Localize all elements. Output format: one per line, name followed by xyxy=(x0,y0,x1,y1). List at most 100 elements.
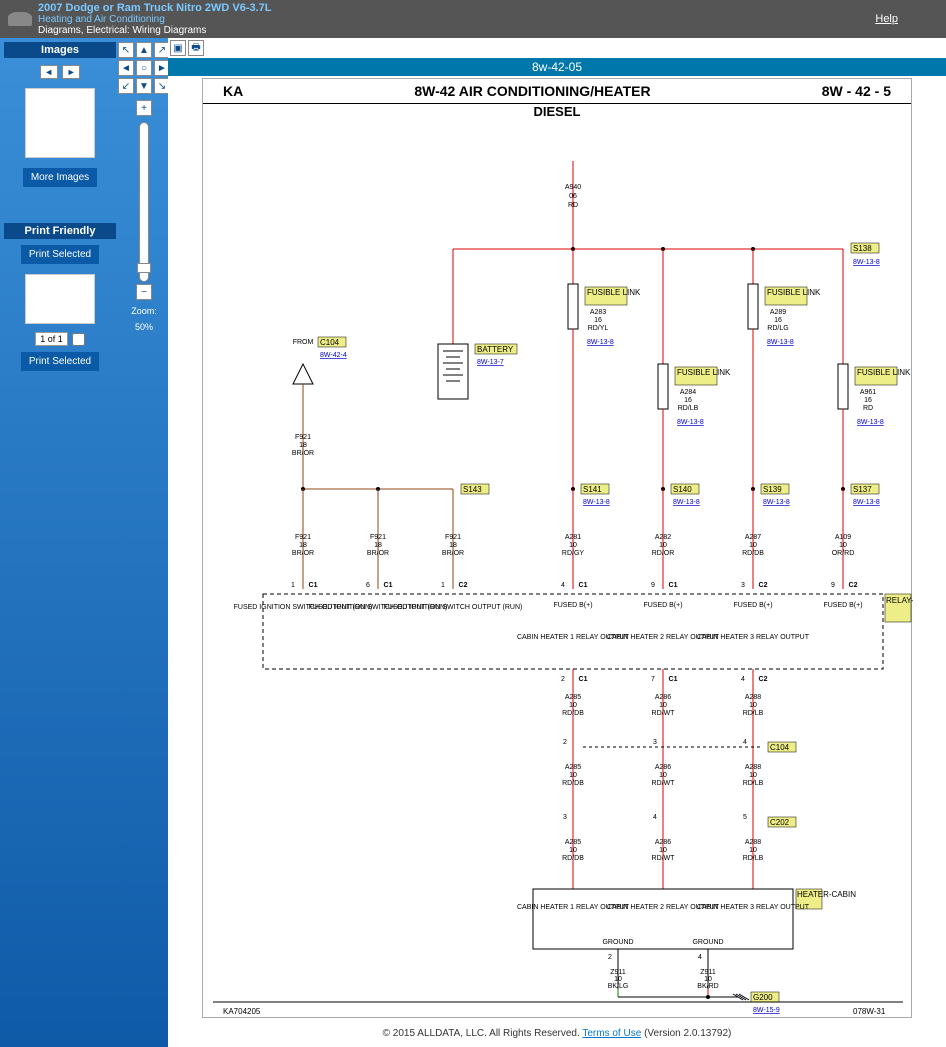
toolbar-zoom: ↖ ▲ ↗ ◄ ○ ► ↙ ▼ ↘ + − Zoom: 50% xyxy=(120,38,168,1047)
more-images-button[interactable]: More Images xyxy=(23,168,97,187)
diagram-title: 8W-42 AIR CONDITIONING/HEATER xyxy=(414,83,650,99)
pan-up-button[interactable]: ▲ xyxy=(136,42,152,58)
fusible-link-3: FUSIBLE LINK A289 16 RD/LG 8W-13-8 xyxy=(748,249,821,489)
s141-link[interactable]: 8W-13-8 xyxy=(583,499,610,506)
print-icon[interactable]: 🖶 xyxy=(188,40,204,56)
s140-link[interactable]: 8W-13-8 xyxy=(673,499,700,506)
svg-text:GROUND: GROUND xyxy=(692,939,723,946)
svg-text:18: 18 xyxy=(374,542,382,549)
svg-text:A285: A285 xyxy=(565,839,581,846)
fl2-w-id: A284 xyxy=(680,389,696,396)
zoom-slider-thumb[interactable] xyxy=(137,263,151,273)
svg-text:FUSED IGNITION SWITCH OUTPUT (: FUSED IGNITION SWITCH OUTPUT (RUN) xyxy=(384,604,523,611)
svg-text:10: 10 xyxy=(659,847,667,854)
svg-text:OR/RD: OR/RD xyxy=(832,550,855,557)
svg-text:RD/GY: RD/GY xyxy=(562,550,585,557)
fl1-w-col: RD/YL xyxy=(588,325,609,332)
print-thumbnail[interactable] xyxy=(25,274,95,324)
svg-text:RD/DB: RD/DB xyxy=(562,780,584,787)
zoom-in-button[interactable]: + xyxy=(136,100,152,116)
expand-icon[interactable]: ▣ xyxy=(170,40,186,56)
thumb-prev-button[interactable]: ◄ xyxy=(40,65,58,79)
wire-a940-ga: 06 xyxy=(569,193,577,200)
g200-link[interactable]: 8W-15-9 xyxy=(753,1007,780,1014)
g200-label: G200 xyxy=(753,993,773,1002)
zoom-label: Zoom: xyxy=(131,306,157,316)
svg-text:2: 2 xyxy=(608,954,612,961)
terms-link[interactable]: Terms of Use xyxy=(582,1028,641,1039)
fl3-link[interactable]: 8W-13-8 xyxy=(767,339,794,346)
help-link[interactable]: Help xyxy=(875,13,898,25)
thumbnail-image[interactable] xyxy=(25,88,95,158)
svg-text:BR/OR: BR/OR xyxy=(367,550,389,557)
fl2-label: FUSIBLE LINK xyxy=(677,368,731,377)
s138-link[interactable]: 8W-13-8 xyxy=(853,259,880,266)
svg-text:BR/OR: BR/OR xyxy=(292,550,314,557)
svg-text:A288: A288 xyxy=(745,839,761,846)
zoom-slider[interactable] xyxy=(139,122,149,282)
diagram-code-left: KA xyxy=(223,83,243,99)
s140-label: S140 xyxy=(673,485,692,494)
f921-main-col: BR/OR xyxy=(292,450,314,457)
svg-text:10: 10 xyxy=(704,976,712,983)
svg-text:10: 10 xyxy=(569,702,577,709)
zoom-out-button[interactable]: − xyxy=(136,284,152,300)
content-toolbar-row: ▣ 🖶 xyxy=(168,38,946,58)
thumb-next-button[interactable]: ► xyxy=(62,65,80,79)
print-selected-button-top[interactable]: Print Selected xyxy=(21,245,99,264)
svg-text:FUSED B(+): FUSED B(+) xyxy=(553,602,592,609)
center-button[interactable]: ○ xyxy=(136,60,152,76)
s137-link[interactable]: 8W-13-8 xyxy=(853,499,880,506)
wiring-diagram[interactable]: KA 8W-42 AIR CONDITIONING/HEATER 8W - 42… xyxy=(202,78,912,1018)
svg-text:7: 7 xyxy=(651,676,655,683)
svg-text:Z911: Z911 xyxy=(700,969,716,976)
fl1-w-ga: 16 xyxy=(594,317,602,324)
svg-text:C1: C1 xyxy=(309,582,318,589)
s139-link[interactable]: 8W-13-8 xyxy=(763,499,790,506)
svg-text:FUSED B(+): FUSED B(+) xyxy=(643,602,682,609)
pan-down-button[interactable]: ▼ xyxy=(136,78,152,94)
fl1-link[interactable]: 8W-13-8 xyxy=(587,339,614,346)
svg-text:RD/LB: RD/LB xyxy=(743,780,764,787)
fl2-link[interactable]: 8W-13-8 xyxy=(677,419,704,426)
svg-text:10: 10 xyxy=(749,772,757,779)
svg-text:C1: C1 xyxy=(579,676,588,683)
relay-cabin-heater-label: RELAY-CABIN HEATER xyxy=(886,596,913,605)
pan-down-left-button[interactable]: ↙ xyxy=(118,78,134,94)
svg-text:4: 4 xyxy=(741,676,745,683)
svg-text:BK/LG: BK/LG xyxy=(608,983,629,990)
f921-main-id: F921 xyxy=(295,434,311,441)
svg-text:10: 10 xyxy=(569,847,577,854)
svg-text:A285: A285 xyxy=(565,764,581,771)
svg-text:C1: C1 xyxy=(579,582,588,589)
print-select-checkbox[interactable] xyxy=(72,333,85,346)
copyright: © 2015 ALLDATA, LLC. All Rights Reserved… xyxy=(383,1028,580,1039)
svg-text:A287: A287 xyxy=(745,534,761,541)
svg-text:10: 10 xyxy=(659,702,667,709)
svg-text:6: 6 xyxy=(366,582,370,589)
fl4-link[interactable]: 8W-13-8 xyxy=(857,419,884,426)
svg-text:A288: A288 xyxy=(745,694,761,701)
svg-text:GROUND: GROUND xyxy=(602,939,633,946)
svg-text:C1: C1 xyxy=(669,676,678,683)
svg-text:CABIN HEATER 3 RELAY OUTPUT: CABIN HEATER 3 RELAY OUTPUT xyxy=(697,904,810,911)
pan-up-left-button[interactable]: ↖ xyxy=(118,42,134,58)
tool-row-2: ◄ ○ ► xyxy=(118,60,170,76)
print-selected-button-bottom[interactable]: Print Selected xyxy=(21,352,99,371)
svg-text:C2: C2 xyxy=(849,582,858,589)
car-icon xyxy=(8,12,32,26)
diagram-header: KA 8W-42 AIR CONDITIONING/HEATER 8W - 42… xyxy=(203,79,911,104)
svg-text:RD/WT: RD/WT xyxy=(652,855,676,862)
pan-left-button[interactable]: ◄ xyxy=(118,60,134,76)
svg-text:10: 10 xyxy=(614,976,622,983)
svg-text:A288: A288 xyxy=(745,764,761,771)
svg-text:C2: C2 xyxy=(759,582,768,589)
svg-text:10: 10 xyxy=(749,702,757,709)
svg-text:3: 3 xyxy=(653,739,657,746)
svg-text:10: 10 xyxy=(839,542,847,549)
c104-top-link[interactable]: 8W-42-4 xyxy=(320,352,347,359)
fl4-label: FUSIBLE LINK xyxy=(857,368,911,377)
battery-link[interactable]: 8W-13-7 xyxy=(477,359,504,366)
svg-text:3: 3 xyxy=(741,582,745,589)
content-area: ▣ 🖶 8w-42-05 KA 8W-42 AIR CONDITIONING/H… xyxy=(168,38,946,1047)
